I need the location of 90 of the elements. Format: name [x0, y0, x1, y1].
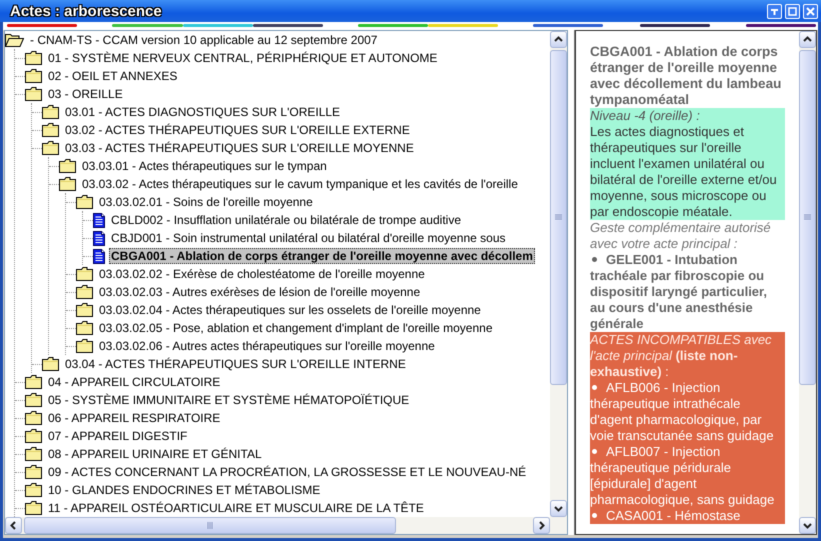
- folder-icon: [25, 411, 42, 425]
- tree-item[interactable]: 02 - OEIL ET ANNEXES: [46, 68, 180, 84]
- open-folder-icon: [5, 33, 24, 47]
- caret-up-icon: [554, 35, 563, 44]
- window-title: Actes : arborescence: [10, 2, 163, 20]
- act-title: CBGA001 - Ablation de corps étranger de l'oreille moyenne avec décollement du lambeau tympanoméatal: [590, 44, 782, 108]
- tree-item[interactable]: CBJD001 - Soin instrumental unilatéral ou bilatéral d'oreille moyenne sous: [109, 230, 508, 246]
- caret-left-icon: [9, 521, 18, 530]
- tree-item[interactable]: 01 - SYSTÈME NERVEUX CENTRAL, PÉRIPHÉRIQUE ET AUTONOME: [46, 50, 440, 66]
- maximize-icon[interactable]: [785, 4, 800, 18]
- section-heading: Niveau -4 (oreille) :: [590, 108, 701, 124]
- grip-icon: [206, 522, 214, 529]
- folder-icon: [25, 483, 42, 497]
- tree-item[interactable]: 04 - APPAREIL CIRCULATOIRE: [46, 374, 222, 390]
- tree-item[interactable]: - CNAM-TS - CCAM version 10 applicable au 12 septembre 2007: [28, 32, 380, 48]
- right-arrow-button[interactable]: [533, 517, 550, 534]
- folder-icon: [25, 393, 42, 407]
- caret-right-icon: [537, 521, 546, 530]
- folder-icon: [25, 447, 42, 461]
- folder-icon: [76, 321, 93, 335]
- tree-item[interactable]: 03 - OREILLE: [46, 86, 125, 102]
- up-arrow-button[interactable]: [799, 31, 816, 48]
- folder-icon: [76, 195, 93, 209]
- horizontal-scrollbar[interactable]: [5, 517, 550, 534]
- vertical-scrollbar[interactable]: [550, 31, 567, 517]
- tree-item[interactable]: 10 - GLANDES ENDOCRINES ET MÉTABOLISME: [46, 482, 322, 498]
- section-heading: Geste complémentaire autorisé avec votre acte principal :: [590, 220, 772, 252]
- down-arrow-button[interactable]: [799, 517, 816, 534]
- bullet-icon: [592, 256, 597, 262]
- tree-item[interactable]: CBGA001 - Ablation de corps étranger de l'oreille moyenne avec décollem: [109, 248, 535, 264]
- tree-item[interactable]: 09 - ACTES CONCERNANT LA PROCRÉATION, LA GROSSESSE ET LE NOUVEAU-NÉ: [46, 464, 528, 480]
- folder-icon: [59, 159, 76, 173]
- tree-item[interactable]: 03.02 - ACTES THÉRAPEUTIQUES SUR L'OREILLE EXTERNE: [63, 122, 412, 138]
- caret-down-icon: [803, 521, 812, 530]
- bullet-icon: [592, 384, 597, 390]
- folder-icon: [25, 69, 42, 83]
- tree-item[interactable]: 07 - APPAREIL DIGESTIF: [46, 428, 190, 444]
- folder-icon: [42, 123, 59, 137]
- tree-item[interactable]: CBLD002 - Insufflation unilatérale ou bilatérale de trompe auditive: [109, 212, 463, 228]
- up-arrow-button[interactable]: [550, 31, 567, 48]
- folder-icon: [76, 267, 93, 281]
- splitter[interactable]: [568, 30, 575, 535]
- bullet-icon: [592, 448, 597, 454]
- tree-item[interactable]: 03.03.02.03 - Autres exérèses de lésion de l'oreille moyenne: [97, 284, 422, 300]
- folder-icon: [25, 429, 42, 443]
- tree-item[interactable]: 11 - APPAREIL OSTÉOARTICULAIRE ET MUSCULAIRE DE LA TÊTE: [46, 500, 426, 516]
- folder-icon: [25, 501, 42, 515]
- scrollbar-thumb[interactable]: [799, 50, 816, 385]
- act-link[interactable]: GELE001 - Intubation trachéale par fibroscopie ou dispositif laryngé particulier, au cours d'une anesthésie générale: [590, 252, 785, 332]
- document-icon: [93, 248, 105, 264]
- folder-icon: [59, 177, 76, 191]
- tree-item[interactable]: 03.03.02 - Actes thérapeutiques sur le cavum tympanique et les cavités de l'oreille: [80, 176, 520, 192]
- scrollbar-thumb[interactable]: [550, 50, 567, 385]
- grip-icon: [804, 214, 811, 221]
- close-icon[interactable]: [803, 4, 818, 18]
- tree-item[interactable]: 05 - SYSTÈME IMMUNITAIRE ET SYSTÈME HÉMATOPOÏÉTIQUE: [46, 392, 412, 408]
- scrollbar-thumb[interactable]: [24, 517, 396, 534]
- folder-icon: [25, 375, 42, 389]
- caret-up-icon: [803, 35, 812, 44]
- tree-item[interactable]: 03.03.02.06 - Autres actes thérapeutiques sur l'oreille moyenne: [97, 338, 437, 354]
- folder-icon: [42, 105, 59, 119]
- folder-icon: [42, 357, 59, 371]
- tree-item[interactable]: 03.03.02.05 - Pose, ablation et changement d'implant de l'oreille moyenne: [97, 320, 495, 336]
- document-icon: [93, 230, 105, 246]
- document-icon: [93, 212, 105, 228]
- tree-item[interactable]: 06 - APPAREIL RESPIRATOIRE: [46, 410, 222, 426]
- folder-icon: [25, 465, 42, 479]
- tree-item[interactable]: 03.03.02.02 - Exérèse de cholestéatome de l'oreille moyenne: [97, 266, 427, 282]
- tree-item[interactable]: 03.01 - ACTES DIAGNOSTIQUES SUR L'OREILLE: [63, 104, 342, 120]
- tree-item[interactable]: 08 - APPAREIL URINAIRE ET GÉNITAL: [46, 446, 264, 462]
- folder-icon: [76, 303, 93, 317]
- caret-down-icon: [554, 504, 563, 513]
- down-arrow-button[interactable]: [550, 500, 567, 517]
- folder-icon: [42, 141, 59, 155]
- folder-icon: [76, 339, 93, 353]
- grip-icon: [555, 214, 562, 221]
- tree-item[interactable]: 03.04 - ACTES THÉRAPEUTIQUES SUR L'OREILLE INTERNE: [63, 356, 408, 372]
- tree-item[interactable]: 03.03.01 - Actes thérapeutiques sur le tympan: [80, 158, 329, 174]
- left-arrow-button[interactable]: [5, 517, 22, 534]
- tree-item[interactable]: 03.03 - ACTES THÉRAPEUTIQUES SUR L'OREILLE MOYENNE: [63, 140, 416, 156]
- bullet-icon: [592, 512, 597, 518]
- scrollbar-corner: [550, 517, 567, 534]
- folder-icon: [25, 51, 42, 65]
- vertical-scrollbar[interactable]: [799, 31, 816, 534]
- section-heading: ACTES INCOMPATIBLES avec l'acte principal (liste non-exhaustive) :: [590, 332, 773, 380]
- folder-icon: [25, 87, 42, 101]
- tree-item[interactable]: 03.03.02.01 - Soins de l'oreille moyenne: [97, 194, 315, 210]
- tree-item[interactable]: 03.03.02.04 - Actes thérapeutiques sur les osselets de l'oreille moyenne: [97, 302, 483, 318]
- section-text: Les actes diagnostiques et thérapeutiques sur l'oreille incluent l'examen unilatéral ou bilatéral de l'oreille externe et/ou moyenne, sous microscope ou par endoscopie méatale.: [590, 124, 778, 220]
- folder-icon: [76, 285, 93, 299]
